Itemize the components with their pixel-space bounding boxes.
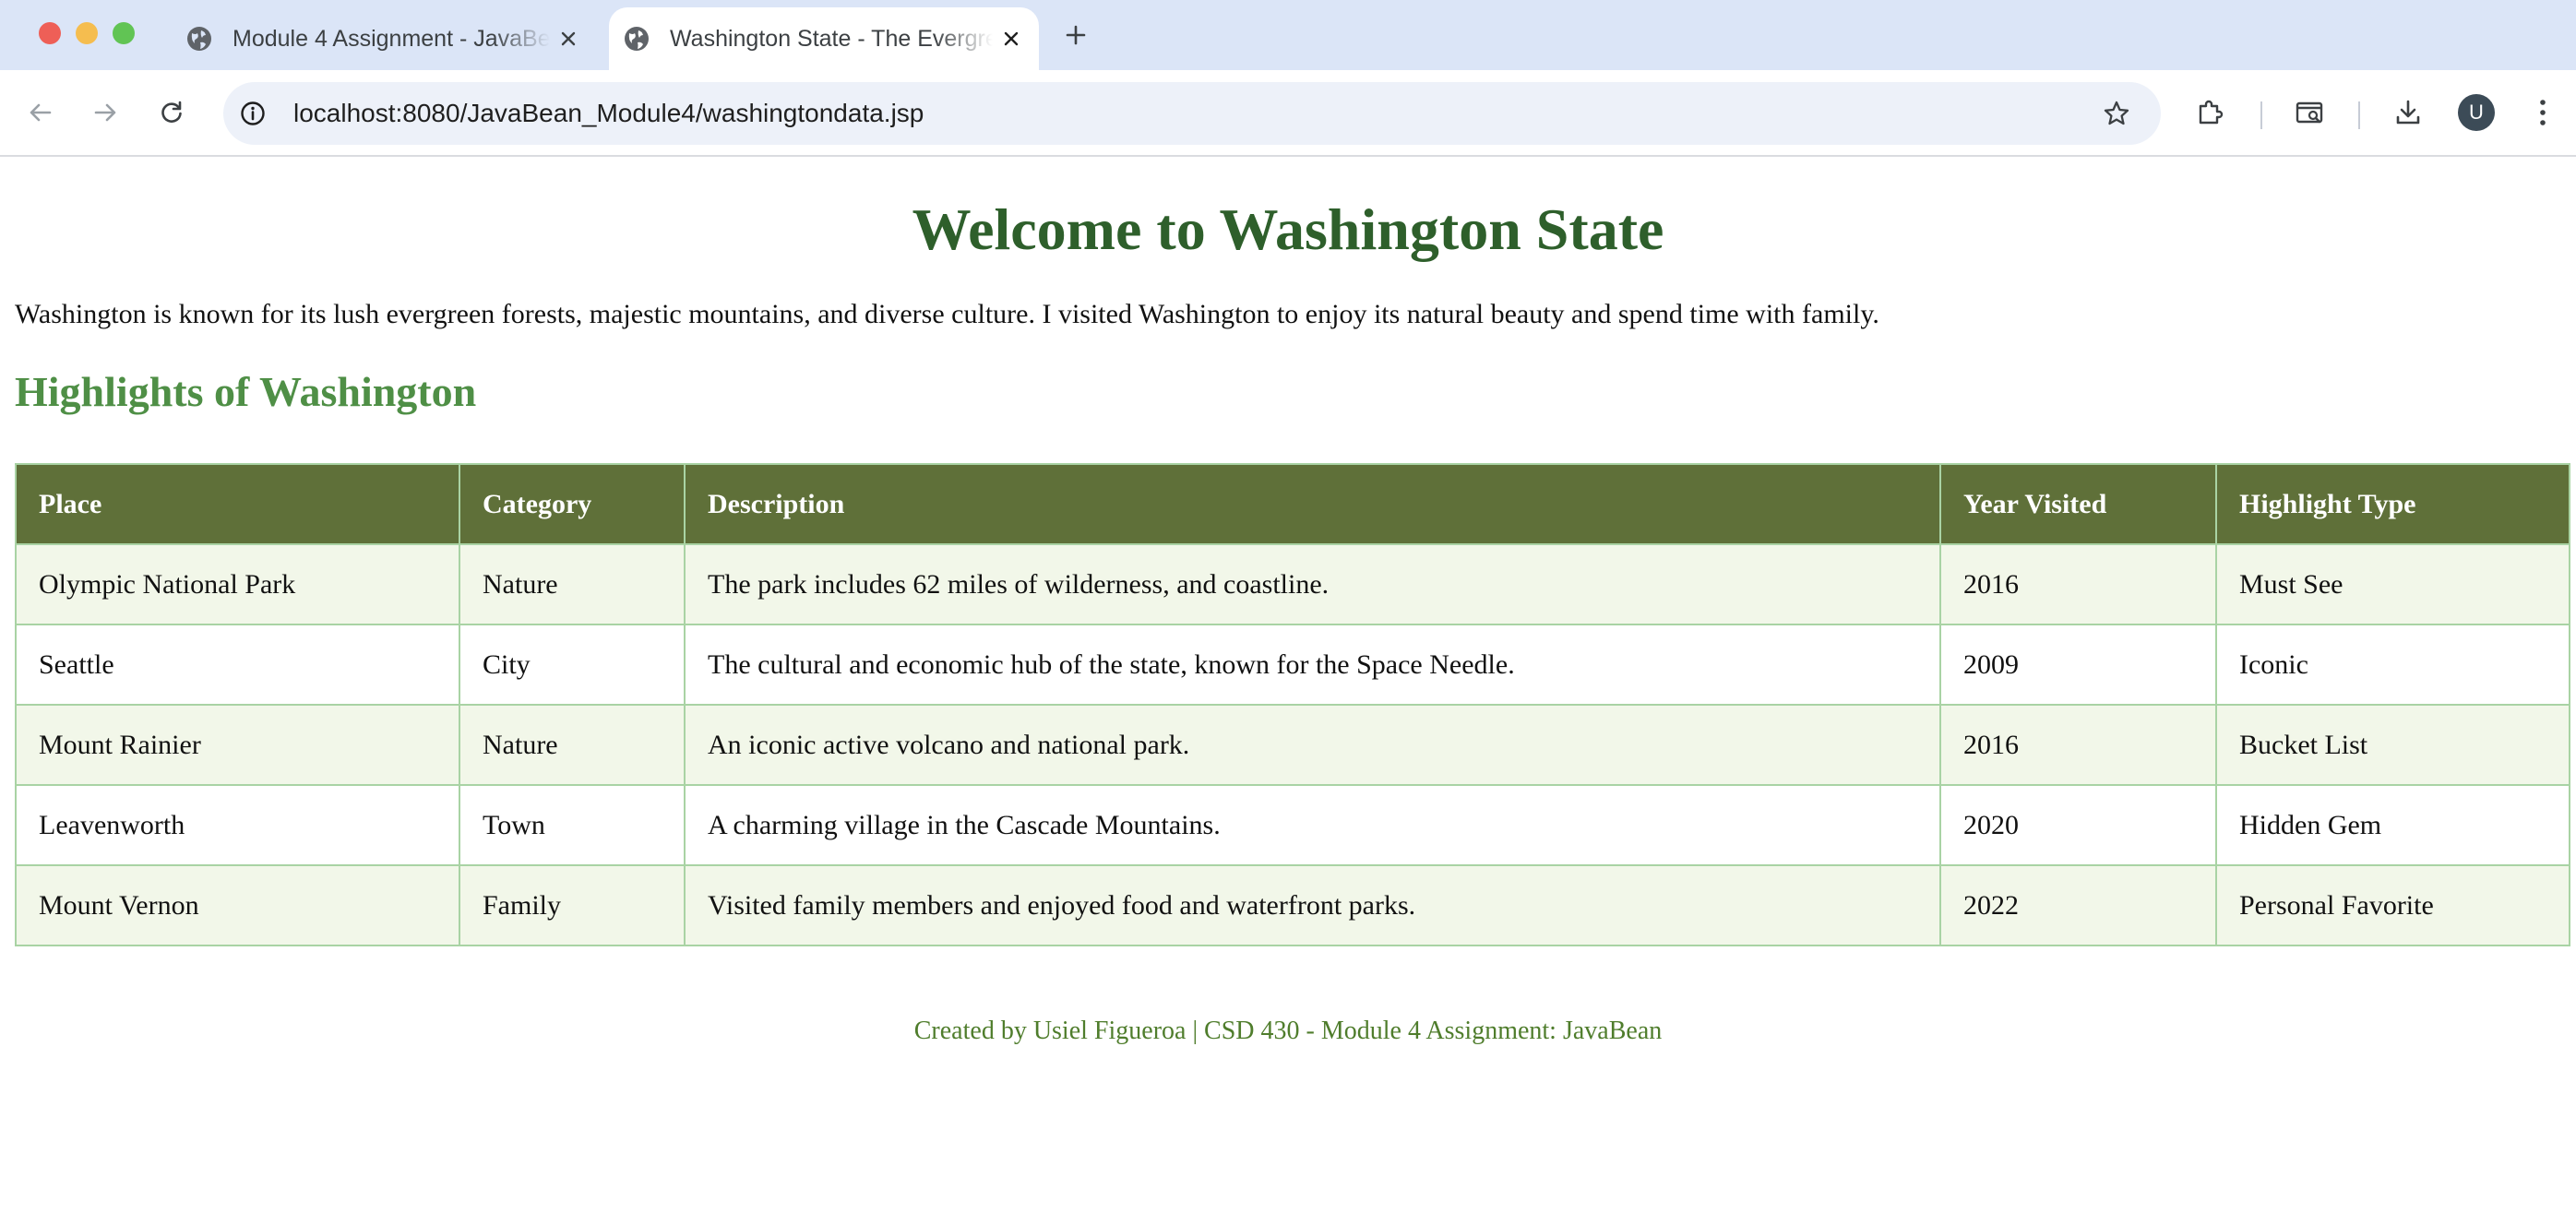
cell-year-visited: 2009 [1939, 624, 2217, 706]
table-row: Leavenworth Town A charming village in t… [15, 784, 2570, 866]
url-text[interactable]: localhost:8080/JavaBean_Module4/washingt… [293, 99, 2096, 128]
cell-year-visited: 2016 [1939, 704, 2217, 786]
cell-highlight-type: Personal Favorite [2215, 864, 2570, 946]
new-tab-plus-icon[interactable] [1057, 17, 1094, 54]
cell-description: An iconic active volcano and national pa… [684, 704, 1941, 786]
section-title: Highlights of Washington [15, 368, 477, 415]
window-maximize-button[interactable] [113, 22, 135, 44]
table-row: Seattle City The cultural and economic h… [15, 624, 2570, 706]
cell-description: The park includes 62 miles of wilderness… [684, 543, 1941, 625]
info-icon[interactable] [236, 97, 269, 130]
cell-place: Leavenworth [15, 784, 460, 866]
cell-description: Visited family members and enjoyed food … [684, 864, 1941, 946]
arrow-right-icon[interactable] [85, 92, 125, 133]
highlights-table-wrapper: Place Category Description Year Visited … [15, 463, 2570, 946]
cell-category: Town [459, 784, 686, 866]
intro-paragraph: Washington is known for its lush evergre… [15, 299, 1879, 329]
cell-place: Mount Vernon [15, 864, 460, 946]
puzzle-icon[interactable] [2190, 92, 2231, 133]
table-row: Mount Rainier Nature An iconic active vo… [15, 704, 2570, 786]
address-bar[interactable]: localhost:8080/JavaBean_Module4/washingt… [223, 82, 2161, 145]
cell-category: Nature [459, 543, 686, 625]
tab-title: Washington State - The Evergreen State [670, 25, 993, 52]
cell-highlight-type: Bucket List [2215, 704, 2570, 786]
window-close-button[interactable] [39, 22, 61, 44]
cell-description: The cultural and economic hub of the sta… [684, 624, 1941, 706]
close-tab-icon[interactable] [993, 20, 1030, 57]
column-header-year-visited: Year Visited [1939, 463, 2217, 545]
cell-year-visited: 2016 [1939, 543, 2217, 625]
page-footer: Created by Usiel Figueroa | CSD 430 - Mo… [913, 1017, 1663, 1045]
table-row: Mount Vernon Family Visited family membe… [15, 864, 2570, 946]
cell-highlight-type: Must See [2215, 543, 2570, 625]
arrow-left-icon[interactable] [20, 92, 61, 133]
cell-place: Olympic National Park [15, 543, 460, 625]
cell-place: Mount Rainier [15, 704, 460, 786]
column-header-description: Description [684, 463, 1941, 545]
cell-category: City [459, 624, 686, 706]
toolbar-divider [2358, 101, 2360, 129]
tab-title: Module 4 Assignment - JavaBean [233, 25, 550, 52]
download-icon[interactable] [2388, 92, 2428, 133]
profile-avatar[interactable]: U [2458, 94, 2495, 131]
kebab-menu-icon[interactable] [2522, 92, 2563, 133]
tab-washington-state[interactable]: Washington State - The Evergreen State [609, 7, 1039, 70]
close-tab-icon[interactable] [550, 20, 587, 57]
globe-icon [622, 24, 651, 54]
tab-module-4-assignment[interactable]: Module 4 Assignment - JavaBean [172, 7, 596, 70]
cell-highlight-type: Hidden Gem [2215, 784, 2570, 866]
tab-search-icon[interactable] [2290, 92, 2331, 133]
cell-category: Family [459, 864, 686, 946]
column-header-place: Place [15, 463, 460, 545]
browser-tab-strip: Module 4 Assignment - JavaBean Washingto… [0, 0, 2576, 70]
cell-highlight-type: Iconic [2215, 624, 2570, 706]
cell-description: A charming village in the Cascade Mounta… [684, 784, 1941, 866]
highlights-table: Place Category Description Year Visited … [15, 463, 2570, 946]
page-title: Welcome to Washington State [912, 196, 1664, 262]
column-header-category: Category [459, 463, 686, 545]
browser-toolbar: localhost:8080/JavaBean_Module4/washingt… [0, 70, 2576, 157]
toolbar-divider [2260, 101, 2262, 129]
globe-icon [185, 24, 214, 54]
table-header-row: Place Category Description Year Visited … [15, 463, 2570, 545]
star-icon[interactable] [2096, 93, 2137, 134]
cell-year-visited: 2022 [1939, 864, 2217, 946]
column-header-highlight-type: Highlight Type [2215, 463, 2570, 545]
table-row: Olympic National Park Nature The park in… [15, 543, 2570, 625]
cell-category: Nature [459, 704, 686, 786]
cell-place: Seattle [15, 624, 460, 706]
reload-icon[interactable] [151, 92, 192, 133]
window-minimize-button[interactable] [76, 22, 98, 44]
page-content: Welcome to Washington State Washington i… [0, 159, 2576, 1225]
cell-year-visited: 2020 [1939, 784, 2217, 866]
